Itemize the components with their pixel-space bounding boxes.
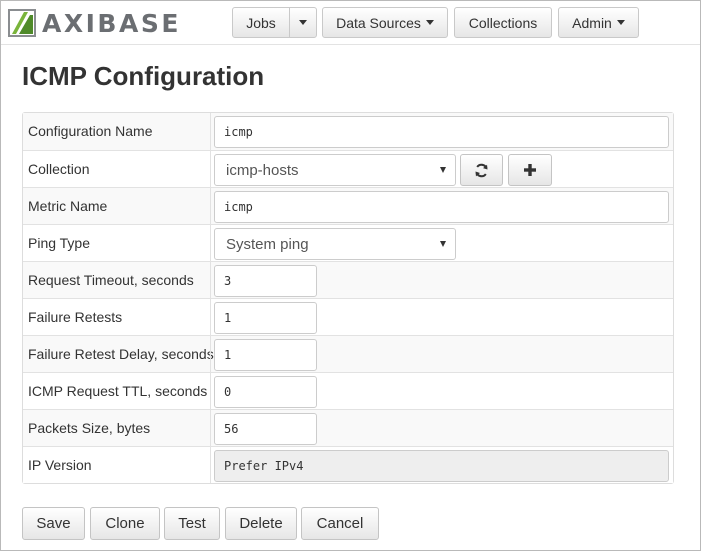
save-button[interactable]: Save — [22, 507, 85, 540]
configuration-form: Configuration Name icmp Collection icmp-… — [22, 112, 674, 484]
ping-type-select[interactable]: System ping — [214, 228, 456, 260]
column-divider — [210, 447, 211, 483]
column-divider — [210, 299, 211, 335]
collection-select[interactable]: icmp-hosts — [214, 154, 456, 186]
brand-logo[interactable]: AXIBASE — [8, 8, 181, 38]
refresh-collection-button[interactable] — [460, 154, 503, 186]
refresh-icon — [475, 163, 488, 177]
form-row-request-timeout: Request Timeout, seconds 3 — [23, 261, 673, 298]
metric-name-label: Metric Name — [28, 198, 108, 214]
nav-collections-button[interactable]: Collections — [454, 7, 552, 38]
nav-jobs-dropdown-toggle[interactable] — [289, 7, 317, 38]
nav-collections-label: Collections — [468, 14, 538, 31]
collection-selected-value: icmp-hosts — [226, 161, 299, 179]
cancel-button[interactable]: Cancel — [301, 507, 379, 540]
form-row-collection: Collection icmp-hosts — [23, 150, 673, 187]
failure-retests-value: 1 — [224, 311, 232, 325]
form-row-ping-type: Ping Type System ping — [23, 224, 673, 261]
column-divider — [210, 188, 211, 224]
page-title: ICMP Configuration — [22, 61, 265, 91]
plus-icon — [524, 164, 536, 176]
delete-button-label: Delete — [239, 515, 283, 532]
column-divider — [210, 410, 211, 446]
icmp-request-ttl-input[interactable]: 0 — [214, 376, 317, 408]
clone-button[interactable]: Clone — [90, 507, 160, 540]
navbar: AXIBASE Jobs Data Sources Collections Ad… — [1, 1, 700, 45]
axibase-logo-icon — [8, 9, 36, 37]
failure-retests-input[interactable]: 1 — [214, 302, 317, 334]
test-button[interactable]: Test — [164, 507, 220, 540]
packets-size-value: 56 — [224, 422, 239, 436]
ping-type-label: Ping Type — [28, 235, 91, 251]
ip-version-label: IP Version — [28, 457, 92, 473]
column-divider — [210, 225, 211, 261]
configuration-name-value: icmp — [224, 125, 253, 139]
column-divider — [210, 151, 211, 187]
test-button-label: Test — [178, 515, 206, 532]
form-row-icmp-request-ttl: ICMP Request TTL, seconds 0 — [23, 372, 673, 409]
add-collection-button[interactable] — [508, 154, 552, 186]
collection-label: Collection — [28, 161, 90, 177]
configuration-name-label: Configuration Name — [28, 123, 153, 139]
app-window: AXIBASE Jobs Data Sources Collections Ad… — [0, 0, 701, 551]
ip-version-value: Prefer IPv4 — [224, 459, 304, 473]
delete-button[interactable]: Delete — [225, 507, 297, 540]
nav-jobs-label: Jobs — [246, 14, 276, 31]
nav-admin-button[interactable]: Admin — [558, 7, 639, 38]
nav-data-sources-button[interactable]: Data Sources — [322, 7, 448, 38]
request-timeout-input[interactable]: 3 — [214, 265, 317, 297]
failure-retest-delay-label: Failure Retest Delay, seconds — [28, 346, 214, 362]
form-row-failure-retest-delay: Failure Retest Delay, seconds 1 — [23, 335, 673, 372]
cancel-button-label: Cancel — [316, 515, 364, 532]
request-timeout-value: 3 — [224, 274, 232, 288]
brand-logo-text: AXIBASE — [42, 8, 181, 38]
form-row-failure-retests: Failure Retests 1 — [23, 298, 673, 335]
clone-button-label: Clone — [105, 515, 145, 532]
failure-retests-label: Failure Retests — [28, 309, 123, 325]
caret-down-icon — [425, 20, 434, 25]
failure-retest-delay-input[interactable]: 1 — [214, 339, 317, 371]
form-row-ip-version: IP Version Prefer IPv4 — [23, 446, 673, 483]
ping-type-selected-value: System ping — [226, 235, 309, 253]
metric-name-value: icmp — [224, 200, 253, 214]
form-row-packets-size: Packets Size, bytes 56 — [23, 409, 673, 446]
failure-retest-delay-value: 1 — [224, 348, 232, 362]
configuration-name-input[interactable]: icmp — [214, 116, 669, 148]
caret-down-icon — [299, 20, 307, 25]
form-row-metric-name: Metric Name icmp — [23, 187, 673, 224]
form-row-configuration-name: Configuration Name icmp — [23, 113, 673, 150]
dropdown-arrow-icon — [440, 167, 446, 173]
dropdown-arrow-icon — [440, 241, 446, 247]
packets-size-input[interactable]: 56 — [214, 413, 317, 445]
caret-down-icon — [616, 20, 625, 25]
nav-jobs-button[interactable]: Jobs — [232, 7, 290, 38]
request-timeout-label: Request Timeout, seconds — [28, 272, 194, 288]
column-divider — [210, 373, 211, 409]
column-divider — [210, 113, 211, 150]
packets-size-label: Packets Size, bytes — [28, 420, 151, 436]
icmp-request-ttl-label: ICMP Request TTL, seconds — [28, 383, 208, 399]
icmp-request-ttl-value: 0 — [224, 385, 232, 399]
nav-data-sources-label: Data Sources — [336, 14, 421, 31]
save-button-label: Save — [36, 515, 71, 532]
column-divider — [210, 336, 211, 372]
ip-version-field[interactable]: Prefer IPv4 — [214, 450, 669, 482]
metric-name-input[interactable]: icmp — [214, 191, 669, 223]
column-divider — [210, 262, 211, 298]
nav-admin-label: Admin — [572, 14, 612, 31]
